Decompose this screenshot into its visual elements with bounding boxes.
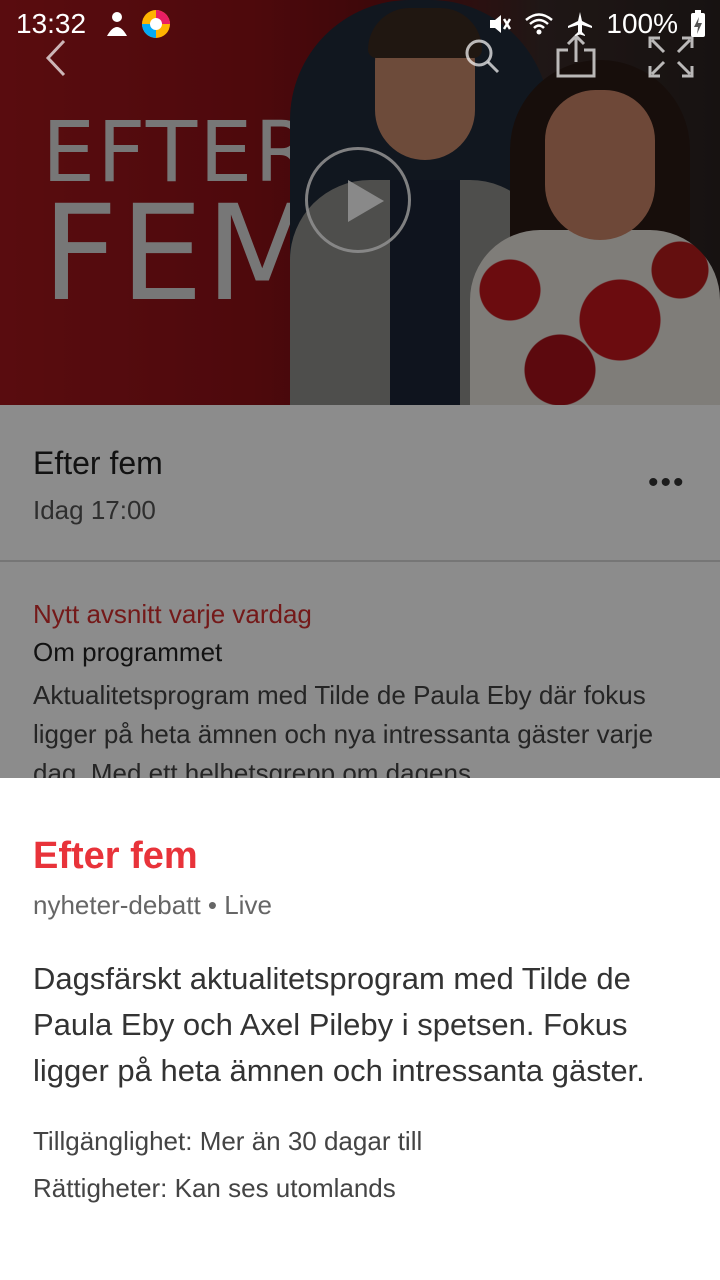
mute-icon: [490, 15, 512, 33]
back-icon[interactable]: [40, 38, 72, 78]
app-icon: [142, 10, 170, 38]
sheet-description: Dagsfärskt aktualitetsprogram med Tilde …: [33, 961, 645, 1088]
notification-icon: [107, 12, 127, 36]
status-bar: 13:32 100%: [0, 0, 720, 48]
wifi-icon: [525, 13, 554, 35]
search-icon[interactable]: [462, 36, 502, 76]
rights-info: Rättigheter: Kan ses utomlands: [33, 1173, 396, 1203]
dim-overlay[interactable]: [0, 0, 720, 778]
sheet-meta: nyheter-debatt • Live: [33, 890, 272, 920]
fullscreen-icon[interactable]: [646, 34, 696, 80]
share-icon[interactable]: [552, 32, 600, 80]
availability-info: Tillgänglighet: Mer än 30 dagar till: [33, 1126, 423, 1156]
clock: 13:32: [16, 8, 87, 39]
sheet-title: Efter fem: [33, 835, 198, 877]
